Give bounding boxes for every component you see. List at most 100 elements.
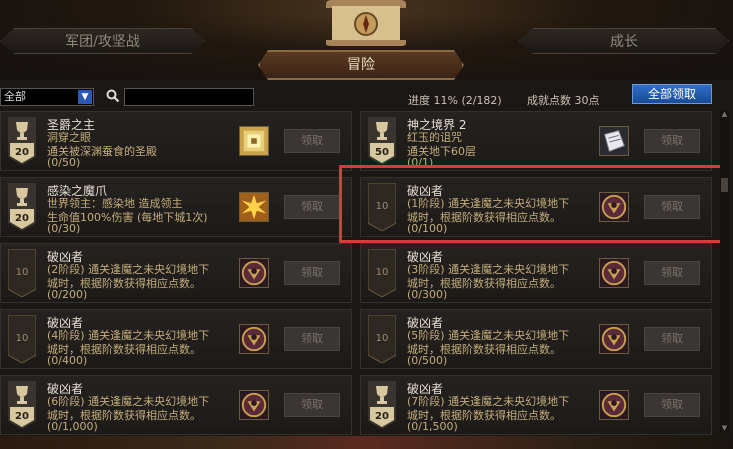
badge-points: 20 <box>15 147 29 158</box>
golden-gem-icon[interactable] <box>239 126 269 156</box>
claim-button[interactable]: 领取 <box>644 327 700 351</box>
achievement-points-badge: 20 <box>8 117 36 165</box>
demon-emblem-icon[interactable] <box>239 258 269 288</box>
description-line-1: (7阶段) 通关逢魔之未央幻境地下 <box>407 395 570 408</box>
description-line-1: (6阶段) 通关逢魔之未央幻境地下 <box>47 395 210 408</box>
starburst-icon[interactable] <box>239 192 269 222</box>
achievement-description: (5阶段) 通关逢魔之未央幻境地下 城时，根据阶数获得相应点数。 <box>407 329 589 357</box>
achievement-points-badge: 10 <box>8 249 36 297</box>
claim-button[interactable]: 领取 <box>284 393 340 417</box>
badge-points: 20 <box>375 411 389 422</box>
achievement-list: 20 圣爵之主 洞穿之眼 通关被深渊蚕食的圣殿 (0/50) 领取 50 神之境界 2 红玉的诅… <box>0 108 733 435</box>
description-line-1: 洞穿之眼 <box>47 131 91 144</box>
achievement-progress: (0/1,500) <box>407 420 458 433</box>
progress-label: 进度 11% (2/182) <box>408 94 502 107</box>
achievement-card: 10 破凶者 (4阶段) 通关逢魔之未央幻境地下 城时，根据阶数获得相应点数。 (0/4… <box>0 309 352 369</box>
achievement-card: 20 破凶者 (7阶段) 通关逢魔之未央幻境地下 城时，根据阶数获得相应点数。 (0/1… <box>360 375 712 435</box>
achievement-points-badge: 50 <box>368 117 396 165</box>
achievement-progress: (0/1,000) <box>47 420 98 433</box>
achievement-progress: (0/1) <box>407 156 434 169</box>
achievement-points-label: 成就点数 30点 <box>527 94 600 107</box>
scrollbar[interactable]: ▲ ▼ <box>720 110 729 432</box>
achievement-description: (7阶段) 通关逢魔之未央幻境地下 城时，根据阶数获得相应点数。 <box>407 395 589 423</box>
achievement-card: 10 破凶者 (5阶段) 通关逢魔之未央幻境地下 城时，根据阶数获得相应点数。 (0/5… <box>360 309 712 369</box>
category-filter-dropdown[interactable]: 全部 ▼ <box>0 88 94 106</box>
achievement-progress: (0/300) <box>407 288 448 301</box>
achievement-card: 10 破凶者 (1阶段) 通关逢魔之未央幻境地下 城时，根据阶数获得相应点数。 (0/1… <box>360 177 712 237</box>
badge-points: 10 <box>375 333 389 344</box>
claim-button[interactable]: 领取 <box>284 327 340 351</box>
achievement-points-badge: 10 <box>368 183 396 231</box>
achievement-card: 20 圣爵之主 洞穿之眼 通关被深渊蚕食的圣殿 (0/50) 领取 <box>0 111 352 171</box>
tab-adventure[interactable]: 冒险 <box>258 50 464 80</box>
filter-value: 全部 <box>4 90 26 103</box>
badge-points: 20 <box>15 411 29 422</box>
claim-button[interactable]: 领取 <box>644 261 700 285</box>
achievement-progress: (0/30) <box>47 222 81 235</box>
claim-all-button[interactable]: 全部领取 <box>632 84 712 104</box>
achievement-description: 洞穿之眼 通关被深渊蚕食的圣殿 <box>47 131 229 159</box>
badge-points: 10 <box>15 267 29 278</box>
achievement-description: (3阶段) 通关逢魔之未央幻境地下 城时，根据阶数获得相应点数。 <box>407 263 589 291</box>
demon-emblem-icon[interactable] <box>239 390 269 420</box>
claim-button[interactable]: 领取 <box>644 195 700 219</box>
header-banner: 军团/攻坚战 成长 冒险 <box>0 0 733 80</box>
demon-emblem-icon[interactable] <box>599 258 629 288</box>
description-line-1: (1阶段) 通关逢魔之未央幻境地下 <box>407 197 570 210</box>
achievement-points-badge: 20 <box>368 381 396 429</box>
description-line-1: 红玉的诅咒 <box>407 131 462 144</box>
achievement-card: 10 破凶者 (3阶段) 通关逢魔之未央幻境地下 城时，根据阶数获得相应点数。 (0/3… <box>360 243 712 303</box>
badge-points: 50 <box>375 147 389 158</box>
achievement-description: 红玉的诅咒 通关地下60层 <box>407 131 589 159</box>
tab-legion-siege[interactable]: 军团/攻坚战 <box>0 28 205 54</box>
bottom-decoration <box>0 436 733 449</box>
achievement-description: (2阶段) 通关逢魔之未央幻境地下 城时，根据阶数获得相应点数。 <box>47 263 229 291</box>
claim-button[interactable]: 领取 <box>644 129 700 153</box>
achievement-progress: (0/100) <box>407 222 448 235</box>
description-line-2: 通关地下60层 <box>407 145 476 158</box>
achievement-progress: (0/400) <box>47 354 88 367</box>
description-line-1: (3阶段) 通关逢魔之未央幻境地下 <box>407 263 570 276</box>
achievement-card: 10 破凶者 (2阶段) 通关逢魔之未央幻境地下 城时，根据阶数获得相应点数。 (0/2… <box>0 243 352 303</box>
achievement-progress: (0/500) <box>407 354 448 367</box>
achievement-description: 世界领主：感染地 造成领主 生命值100%伤害 (每地下城1次) <box>47 197 229 225</box>
compass-scroll-icon <box>326 0 406 46</box>
scroll-down-icon[interactable]: ▼ <box>720 424 729 432</box>
demon-emblem-icon[interactable] <box>239 324 269 354</box>
achievement-points-badge: 10 <box>368 249 396 297</box>
achievement-card: 20 破凶者 (6阶段) 通关逢魔之未央幻境地下 城时，根据阶数获得相应点数。 (0/1… <box>0 375 352 435</box>
search-input[interactable] <box>124 88 254 106</box>
claim-button[interactable]: 领取 <box>644 393 700 417</box>
description-line-1: 世界领主：感染地 造成领主 <box>47 197 183 210</box>
achievement-points-badge: 10 <box>8 315 36 363</box>
description-line-1: (4阶段) 通关逢魔之未央幻境地下 <box>47 329 210 342</box>
badge-points: 10 <box>15 333 29 344</box>
paper-scroll-icon[interactable] <box>599 126 629 156</box>
badge-points: 10 <box>375 267 389 278</box>
scroll-up-icon[interactable]: ▲ <box>720 110 729 118</box>
badge-points: 10 <box>375 201 389 212</box>
badge-points: 20 <box>15 213 29 224</box>
achievement-description: (4阶段) 通关逢魔之未央幻境地下 城时，根据阶数获得相应点数。 <box>47 329 229 357</box>
claim-button[interactable]: 领取 <box>284 261 340 285</box>
achievement-card: 20 感染之魔爪 世界领主：感染地 造成领主 生命值100%伤害 (每地下城1次) (0… <box>0 177 352 237</box>
demon-emblem-icon[interactable] <box>599 324 629 354</box>
achievement-points-badge: 10 <box>368 315 396 363</box>
achievement-card: 50 神之境界 2 红玉的诅咒 通关地下60层 (0/1) 领取 <box>360 111 712 171</box>
achievement-progress: (0/200) <box>47 288 88 301</box>
scroll-thumb[interactable] <box>721 178 728 192</box>
achievement-points-badge: 20 <box>8 183 36 231</box>
description-line-1: (2阶段) 通关逢魔之未央幻境地下 <box>47 263 210 276</box>
achievement-description: (1阶段) 通关逢魔之未央幻境地下 城时，根据阶数获得相应点数。 <box>407 197 589 225</box>
tab-growth[interactable]: 成长 <box>519 28 729 54</box>
chevron-down-icon[interactable]: ▼ <box>78 90 92 104</box>
achievement-progress: (0/50) <box>47 156 81 169</box>
achievement-points-badge: 20 <box>8 381 36 429</box>
claim-button[interactable]: 领取 <box>284 129 340 153</box>
description-line-1: (5阶段) 通关逢魔之未央幻境地下 <box>407 329 570 342</box>
achievement-description: (6阶段) 通关逢魔之未央幻境地下 城时，根据阶数获得相应点数。 <box>47 395 229 423</box>
search-icon <box>106 89 120 103</box>
demon-emblem-icon[interactable] <box>599 390 629 420</box>
demon-emblem-icon[interactable] <box>599 192 629 222</box>
claim-button[interactable]: 领取 <box>284 195 340 219</box>
